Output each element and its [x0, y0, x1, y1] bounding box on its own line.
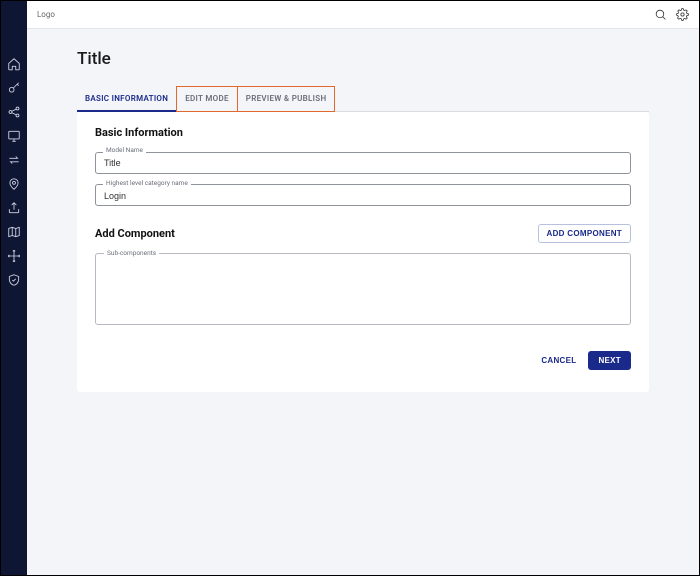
- search-icon[interactable]: [653, 8, 667, 22]
- key-icon[interactable]: [7, 81, 21, 95]
- share-icon[interactable]: [7, 105, 21, 119]
- sidebar: [1, 1, 27, 575]
- content-area: Title BASIC INFORMATION EDIT MODE PREVIE…: [27, 29, 699, 575]
- add-component-heading: Add Component: [95, 227, 175, 240]
- add-component-button[interactable]: ADD COMPONENT: [538, 224, 631, 243]
- next-button[interactable]: NEXT: [588, 351, 631, 370]
- home-icon[interactable]: [7, 57, 21, 71]
- topbar: Logo: [27, 1, 699, 29]
- category-label: Highest level category name: [103, 179, 191, 187]
- model-name-label: Model Name: [103, 146, 146, 154]
- footer-actions: CANCEL NEXT: [95, 351, 631, 370]
- logo-text: Logo: [37, 10, 55, 19]
- map-icon[interactable]: [7, 225, 21, 239]
- category-input[interactable]: [95, 184, 631, 206]
- category-field-wrapper: Highest level category name: [95, 184, 631, 207]
- tabs: BASIC INFORMATION EDIT MODE PREVIEW & PU…: [77, 87, 649, 112]
- page-title: Title: [77, 49, 649, 69]
- monitor-icon[interactable]: [7, 129, 21, 143]
- shield-icon[interactable]: [7, 273, 21, 287]
- tab-edit-mode[interactable]: EDIT MODE: [176, 86, 238, 112]
- export-icon[interactable]: [7, 201, 21, 215]
- model-name-field-wrapper: Model Name: [95, 151, 631, 174]
- tab-basic-information[interactable]: BASIC INFORMATION: [77, 87, 176, 112]
- location-icon[interactable]: [7, 177, 21, 191]
- basic-info-heading: Basic Information: [95, 126, 631, 139]
- cancel-button[interactable]: CANCEL: [541, 356, 576, 365]
- move-icon[interactable]: [7, 249, 21, 263]
- subcomponents-label: Sub-components: [104, 249, 159, 257]
- form-card: Basic Information Model Name Highest lev…: [77, 112, 649, 392]
- tab-preview-publish[interactable]: PREVIEW & PUBLISH: [238, 86, 336, 112]
- subcomponents-box[interactable]: Sub-components: [95, 253, 631, 325]
- model-name-input[interactable]: [95, 152, 631, 174]
- swap-icon[interactable]: [7, 153, 21, 167]
- settings-icon[interactable]: [675, 8, 689, 22]
